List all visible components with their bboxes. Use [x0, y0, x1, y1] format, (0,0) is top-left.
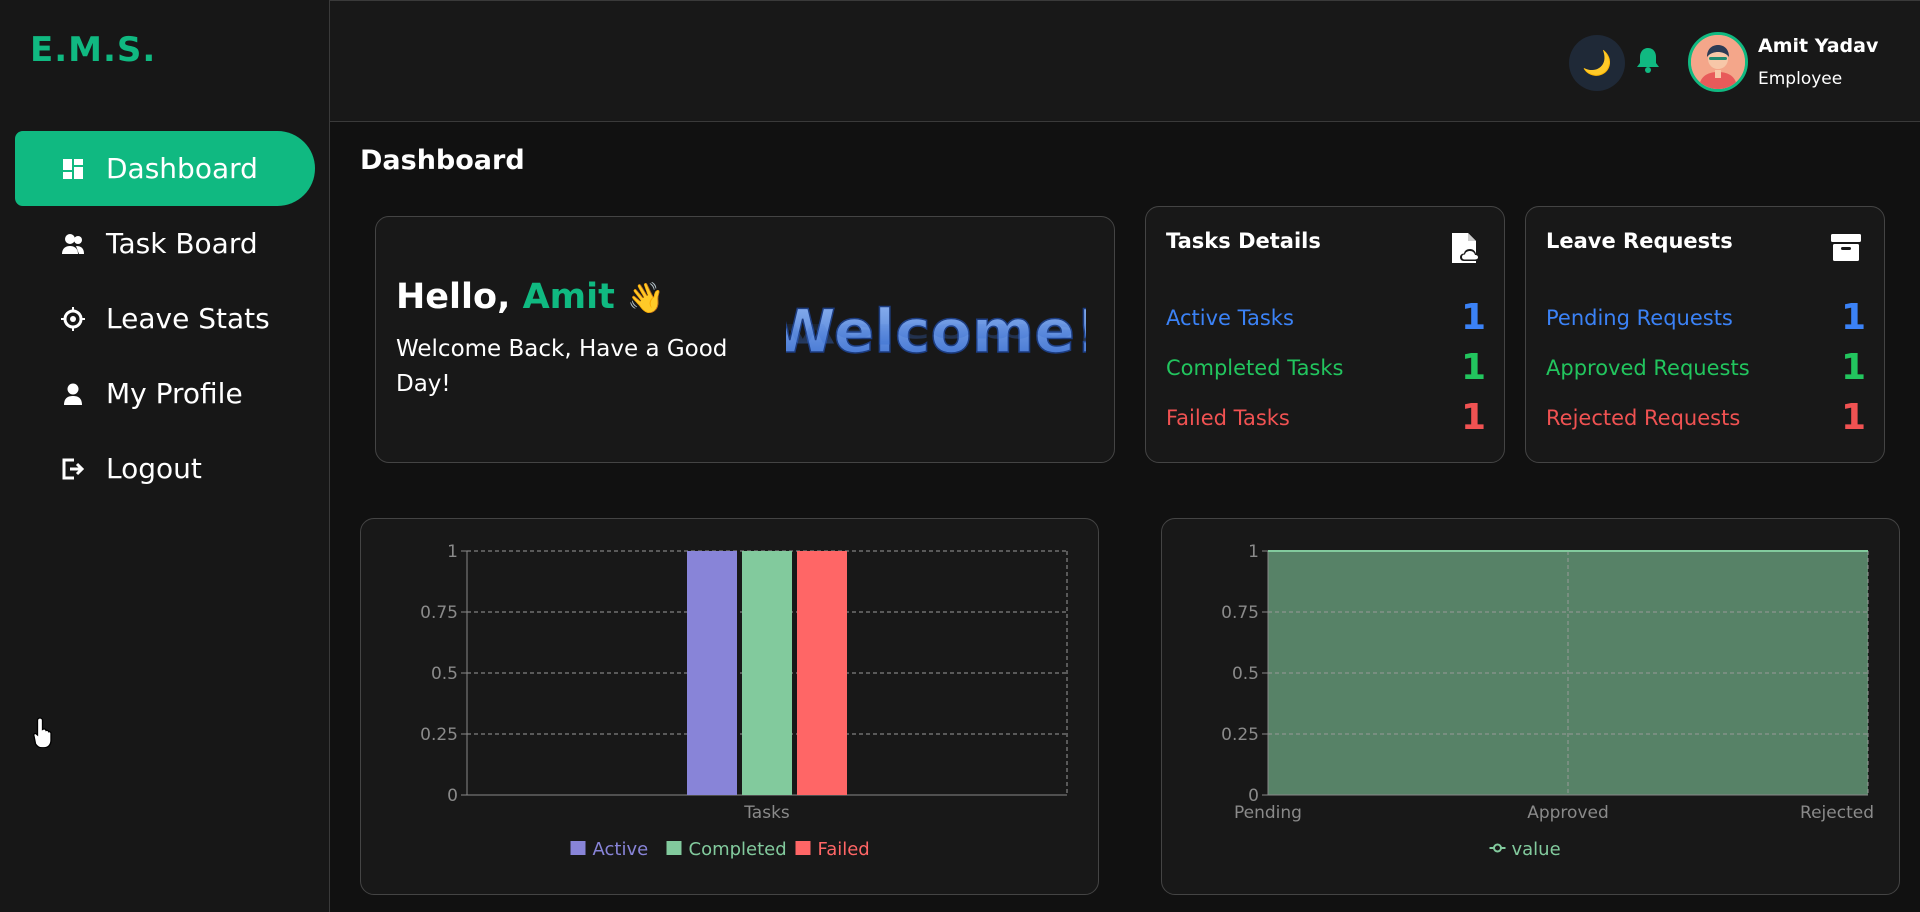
sidebar-item-label: Leave Stats — [106, 302, 270, 335]
greeting-text: Hello, — [396, 277, 523, 317]
avatar[interactable] — [1688, 32, 1748, 92]
stat-row-active-tasks: Active Tasks 1 — [1166, 297, 1486, 338]
welcome-banner-reflection: Welcome! — [786, 318, 1086, 349]
greeting-heading: Hello, Amit 👋 — [396, 277, 664, 317]
stat-value: 1 — [1840, 297, 1866, 338]
tasks-bar-chart: 0 0.25 0.5 0.75 1 Tasks Active Completed Failed — [420, 542, 1068, 860]
bar-active — [687, 551, 737, 795]
y-tick-label: 0.5 — [1232, 664, 1259, 684]
hand-cursor-icon — [32, 716, 58, 752]
file-cloud-icon — [1450, 231, 1482, 269]
sidebar: E.M.S. Dashboard Task Board Leave Stats … — [0, 0, 330, 912]
sidebar-item-label: Task Board — [106, 227, 258, 260]
leave-area-chart: 00.250.50.751Pending Approved Rejectedvalu… — [1221, 542, 1874, 860]
stat-row-completed-tasks: Completed Tasks 1 — [1166, 347, 1486, 388]
y-tick-label: 0.75 — [1221, 603, 1259, 623]
legend-label: Completed — [689, 839, 787, 860]
legend-marker — [666, 841, 682, 855]
stat-label: Completed Tasks — [1166, 355, 1344, 380]
y-tick-label: 0 — [447, 786, 458, 806]
stat-label: Approved Requests — [1546, 355, 1750, 380]
greeting-name: Amit — [522, 277, 615, 317]
user-role: Employee — [1758, 69, 1843, 89]
y-tick-label: 0.5 — [431, 664, 458, 684]
leave-requests-card: Leave Requests Pending Requests 1 Approv… — [1525, 206, 1885, 463]
y-tick-label: 0.25 — [1221, 725, 1259, 745]
stat-value: 1 — [1460, 347, 1486, 388]
leave-area-chart-card: 0 0.25 0.5 0.75 1 Pending Approved Rejected valu… — [1161, 518, 1900, 895]
legend-marker — [1493, 843, 1502, 853]
y-tick-label: 1 — [1248, 542, 1259, 562]
crosshair-icon — [60, 306, 86, 332]
tasks-details-card: Tasks Details Active Tasks 1 Completed T… — [1145, 206, 1505, 463]
users-icon — [60, 231, 86, 257]
top-bar: 🌙 Amit Yadav Employee — [330, 0, 1920, 122]
archive-box-icon — [1830, 231, 1862, 267]
stat-label: Pending Requests — [1546, 305, 1733, 330]
y-tick-label: 0.25 — [420, 725, 458, 745]
user-name: Amit Yadav — [1758, 35, 1879, 57]
stat-row-rejected-requests: Rejected Requests 1 — [1546, 397, 1866, 438]
x-tick-label: Rejected — [1800, 803, 1874, 823]
legend-label: value — [1512, 839, 1561, 860]
welcome-message: Welcome Back, Have a Good Day! — [396, 336, 728, 397]
legend-label: Active — [593, 839, 649, 860]
legend-marker — [570, 841, 586, 855]
stat-row-approved-requests: Approved Requests 1 — [1546, 347, 1866, 388]
user-icon — [60, 381, 86, 407]
sidebar-item-logout[interactable]: Logout — [15, 431, 315, 506]
x-tick-label: Approved — [1527, 803, 1609, 823]
tasks-bar-chart-card: 0 0.25 0.5 0.75 1 Tasks Active Completed Failed — [360, 518, 1099, 895]
tasks-details-title: Tasks Details — [1166, 229, 1321, 253]
stat-row-pending-requests: Pending Requests 1 — [1546, 297, 1866, 338]
page-title: Dashboard — [360, 145, 525, 176]
y-tick-label: 1 — [447, 542, 458, 562]
leave-requests-title: Leave Requests — [1546, 229, 1733, 253]
welcome-banner-image: Welcome! Welcome! — [769, 296, 1103, 401]
sidebar-nav: Dashboard Task Board Leave Stats My Prof… — [15, 131, 315, 506]
wave-icon: 👋 — [627, 281, 665, 316]
theme-toggle-button[interactable]: 🌙 — [1569, 35, 1625, 91]
app-logo[interactable]: E.M.S. — [30, 30, 156, 70]
sidebar-item-my-profile[interactable]: My Profile — [15, 356, 315, 431]
sidebar-item-task-board[interactable]: Task Board — [15, 206, 315, 281]
moon-icon: 🌙 — [1582, 49, 1612, 77]
legend-marker — [795, 841, 811, 855]
legend-label: Failed — [818, 839, 870, 860]
stat-value: 1 — [1460, 297, 1486, 338]
stat-value: 1 — [1840, 347, 1866, 388]
stat-label: Rejected Requests — [1546, 405, 1741, 430]
stat-label: Active Tasks — [1166, 305, 1294, 330]
sidebar-item-dashboard[interactable]: Dashboard — [15, 131, 315, 206]
y-tick-label: 0.75 — [420, 603, 458, 623]
stat-value: 1 — [1460, 397, 1486, 438]
bell-icon[interactable] — [1635, 46, 1661, 78]
logout-icon — [60, 456, 86, 482]
bar-completed — [742, 551, 792, 795]
bar-failed — [797, 551, 847, 795]
sidebar-item-label: Dashboard — [106, 152, 258, 185]
sidebar-item-leave-stats[interactable]: Leave Stats — [15, 281, 315, 356]
stat-label: Failed Tasks — [1166, 405, 1290, 430]
sidebar-item-label: Logout — [106, 452, 202, 485]
stat-value: 1 — [1840, 397, 1866, 438]
welcome-card: Hello, Amit 👋 Welcome Back, Have a Good … — [375, 216, 1115, 463]
dashboard-icon — [60, 156, 86, 182]
x-tick-label: Tasks — [743, 803, 790, 823]
sidebar-item-label: My Profile — [106, 377, 243, 410]
x-tick-label: Pending — [1234, 803, 1302, 823]
stat-row-failed-tasks: Failed Tasks 1 — [1166, 397, 1486, 438]
